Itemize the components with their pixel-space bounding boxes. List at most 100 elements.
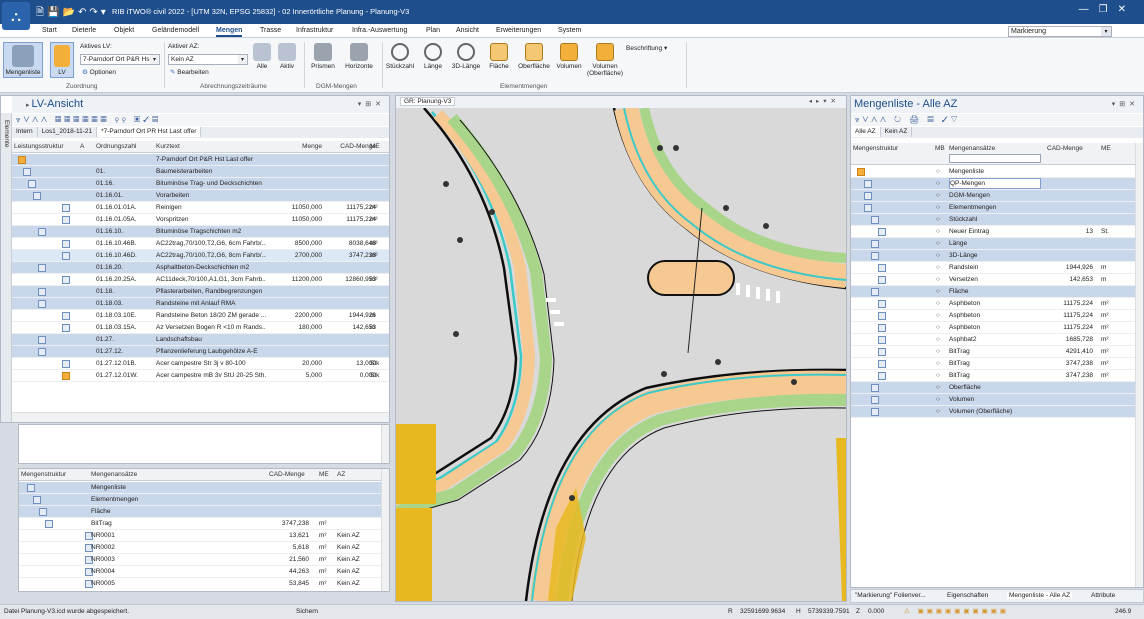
laenge-button[interactable]: Länge bbox=[420, 43, 446, 70]
mengen-row[interactable]: ○ Länge bbox=[851, 238, 1143, 250]
lv-row[interactable]: 01.27.12. Pflanzenlieferung Laubgehölze A… bbox=[12, 346, 389, 358]
laenge3d-button[interactable]: 3D-Länge bbox=[450, 43, 482, 70]
horizonte-button[interactable]: Horizonte bbox=[342, 43, 376, 70]
window-controls[interactable]: —❐✕ bbox=[1079, 4, 1136, 15]
bottom-tab-1[interactable]: Eigenschaften bbox=[947, 592, 988, 599]
lv-row[interactable]: 01.16. Bituminöse Trag- und Deckschichten bbox=[12, 178, 389, 190]
volumen-button[interactable]: Volumen bbox=[554, 43, 584, 70]
mengen-row[interactable]: ○ QP-Mengen bbox=[851, 178, 1143, 190]
lv-subtab-0[interactable]: Intern bbox=[12, 127, 38, 137]
mengen-row[interactable]: ○ Randstein 1944,926 m bbox=[851, 262, 1143, 274]
mengen-row[interactable]: ○ BitTrag 3747,238 m² bbox=[851, 370, 1143, 382]
lower-row[interactable]: NR0004 44,263 m² Kein AZ bbox=[19, 566, 389, 578]
lv-row[interactable]: 01.16.01. Vorarbeiten bbox=[12, 190, 389, 202]
lv-row[interactable]: 01.16.01.05A. Vorspritzen 11050,000 11175,2… bbox=[12, 214, 389, 226]
mengen-row[interactable]: ○ Volumen (Oberfläche) bbox=[851, 406, 1143, 418]
lower-row[interactable]: NR0002 5,618 m² Kein AZ bbox=[19, 542, 389, 554]
lv-row[interactable]: 01.18.03. Randsteine mit Anlauf RMA bbox=[12, 298, 389, 310]
bearbeiten-button[interactable]: ✎ Bearbeiten bbox=[170, 68, 209, 76]
mengen-row[interactable]: ○ Fläche bbox=[851, 286, 1143, 298]
lv-row[interactable]: 01.16.10.46D. AC22trag,70/100,T2,G6, 8cm … bbox=[12, 250, 389, 262]
mengen-row[interactable]: ○ Volumen bbox=[851, 394, 1143, 406]
mengen-row[interactable]: ○ 3D-Länge bbox=[851, 250, 1143, 262]
ribbon-tab-objekt[interactable]: Objekt bbox=[114, 27, 134, 34]
lv-subtab-2[interactable]: *7-Parndorf Ort PR Hst Last offer bbox=[97, 127, 202, 137]
lv-row[interactable]: 01.16.01.01A. Reinigen 11050,000 11175,224 m… bbox=[12, 202, 389, 214]
flaeche-button[interactable]: Fläche bbox=[486, 43, 512, 70]
app-logo-icon[interactable]: ⛬ bbox=[2, 2, 30, 30]
markierung-combobox[interactable]: Markierung ▾ bbox=[1008, 26, 1112, 37]
mengen-row[interactable]: ○ BitTrag 3747,238 m² bbox=[851, 358, 1143, 370]
mengen-row[interactable]: ○ Asphbeton 11175,224 m² bbox=[851, 298, 1143, 310]
mengenliste-button[interactable]: Mengenliste bbox=[3, 42, 43, 78]
mengen-row[interactable]: ○ Asphbat2 1685,728 m² bbox=[851, 334, 1143, 346]
ribbon-tab-dieterle[interactable]: Dieterle bbox=[72, 27, 96, 34]
elemente-side-tab[interactable]: Elemente bbox=[3, 120, 10, 147]
mengen-row[interactable]: ○ Elementmengen bbox=[851, 202, 1143, 214]
alle-button[interactable]: Alle bbox=[252, 43, 272, 70]
stueckzahl-button[interactable]: Stückzahl bbox=[385, 43, 415, 70]
ribbon-tab-plan[interactable]: Plan bbox=[426, 27, 440, 34]
aktiv-button[interactable]: Aktiv bbox=[276, 43, 298, 70]
prismen-button[interactable]: Prismen bbox=[308, 43, 338, 70]
mengen-row[interactable]: ○ Mengenliste bbox=[851, 166, 1143, 178]
mengen-row[interactable]: ○ Neuer Eintrag 13 St. bbox=[851, 226, 1143, 238]
mengenliste-toolbar[interactable]: ⩔⋁⋀⋀ ↻ 🖨 ▤ ✓▽ bbox=[851, 114, 1143, 126]
bottom-tab-3[interactable]: Attribute bbox=[1091, 592, 1115, 599]
lv-row[interactable]: 01.16.10. Bituminöse Tragschichten m2 bbox=[12, 226, 389, 238]
lower-row[interactable]: Fläche bbox=[19, 506, 389, 518]
mengen-row[interactable]: ○ BitTrag 4291,410 m² bbox=[851, 346, 1143, 358]
lv-row[interactable]: 01.16.10.46B. AC22trag,70/100,T2,G6, 6cm … bbox=[12, 238, 389, 250]
lv-row[interactable]: 01.27.12.01W. Acer campestre mB 3v StU 20… bbox=[12, 370, 389, 382]
ribbon-tab-mengen[interactable]: Mengen bbox=[216, 27, 243, 37]
lv-row[interactable]: 01.16.20. Asphaltbeton-Deckschichten m2 bbox=[12, 262, 389, 274]
quick-access-toolbar[interactable]: 🗎💾📂↶↷▾ bbox=[36, 5, 109, 22]
lv-hscrollbar[interactable] bbox=[12, 412, 389, 422]
mengenansaetze-filter[interactable] bbox=[949, 154, 1041, 163]
lower-row[interactable]: NR0003 21,560 m² Kein AZ bbox=[19, 554, 389, 566]
ribbon-tab-start[interactable]: Start bbox=[42, 27, 57, 34]
ribbon-tab-infrastruktur[interactable]: Infrastruktur bbox=[296, 27, 333, 34]
mengen-row[interactable]: ○ Asphbeton 11175,224 m² bbox=[851, 310, 1143, 322]
ribbon-tab-system[interactable]: System bbox=[558, 27, 581, 34]
lv-button[interactable]: LV bbox=[50, 42, 74, 78]
aktives-lv-select[interactable]: 7-Parndorf Ort P&R Hs ▾ bbox=[80, 54, 160, 65]
lower-row[interactable]: BitTrag 3747,238 m² bbox=[19, 518, 389, 530]
optionen-button[interactable]: ⚙ Optionen bbox=[82, 68, 116, 76]
lv-row[interactable]: 01.27.12.01B. Acer campestre Str 3j v 80-… bbox=[12, 358, 389, 370]
status-tool-icons[interactable]: ⚠ ▣▣▣▣▣▣▣▣▣▣ bbox=[904, 605, 1009, 619]
mengen-row[interactable]: ○ DGM-Mengen bbox=[851, 190, 1143, 202]
volumen-oberflaeche-button[interactable]: Volumen (Oberfläche) bbox=[586, 43, 624, 77]
map-canvas[interactable] bbox=[396, 108, 846, 601]
lower-row[interactable]: Elementmengen bbox=[19, 494, 389, 506]
lv-row[interactable]: 01.27. Landschaftsbau bbox=[12, 334, 389, 346]
oberflaeche-button[interactable]: Oberfläche bbox=[516, 43, 552, 70]
ribbon-tab-erweiterungen[interactable]: Erweiterungen bbox=[496, 27, 541, 34]
aktiver-az-select[interactable]: Kein AZ ▾ bbox=[168, 54, 248, 65]
lv-row[interactable]: 01.16.20.25A. AC11deck,70/100,A1,G1, 3cm … bbox=[12, 274, 389, 286]
lower-row[interactable]: NR0001 13,621 m² Kein AZ bbox=[19, 530, 389, 542]
mengen-row[interactable]: ○ Oberfläche bbox=[851, 382, 1143, 394]
ribbon-tab-gel-ndemodell[interactable]: Geländemodell bbox=[152, 27, 199, 34]
az-subtab-0[interactable]: Alle AZ bbox=[851, 127, 881, 137]
ribbon-tab-trasse[interactable]: Trasse bbox=[260, 27, 281, 34]
map-tab[interactable]: GR: Planung-V3 ◂▸▾✕ bbox=[396, 96, 846, 108]
lv-row[interactable]: 01.18.03.15A. Az Versetzen Bogen R <10 m … bbox=[12, 322, 389, 334]
lv-row[interactable]: 01. Baumeisterarbeiten bbox=[12, 166, 389, 178]
lower-row[interactable]: NR0005 53,845 m² Kein AZ bbox=[19, 578, 389, 589]
mengen-row[interactable]: ○ Asphbeton 11175,224 m² bbox=[851, 322, 1143, 334]
lv-toolbar[interactable]: ⩔⋁⋀⋀ ▦▦▦▦▦▦ ⚲⚲ ▣✓▤ bbox=[12, 114, 389, 126]
bottom-tab-0[interactable]: "Markierung" Folienver... bbox=[855, 592, 926, 599]
mengen-row[interactable]: ○ Versetzen 142,653 m bbox=[851, 274, 1143, 286]
lv-row[interactable]: 01.18. Pflasterarbeiten, Randbegrenzungen bbox=[12, 286, 389, 298]
lv-row[interactable]: 01.18.03.10E. Randsteine Beton 18/20 ZM g… bbox=[12, 310, 389, 322]
az-subtab-1[interactable]: Kein AZ bbox=[881, 127, 913, 137]
ribbon-tab-infra-auswertung[interactable]: Infra.-Auswertung bbox=[352, 27, 407, 34]
lower-row[interactable]: Mengenliste bbox=[19, 482, 389, 494]
beschriftung-dropdown[interactable]: Beschriftung ▾ bbox=[626, 44, 667, 52]
ribbon-tab-ansicht[interactable]: Ansicht bbox=[456, 27, 479, 34]
lv-subtab-1[interactable]: Los1_2018-11-21 bbox=[38, 127, 98, 137]
lv-row[interactable]: 7-Parndorf Ort P&R Hst Last offer bbox=[12, 154, 389, 166]
mengen-row[interactable]: ○ Stückzahl bbox=[851, 214, 1143, 226]
bottom-tab-2[interactable]: Mengenliste - Alle AZ bbox=[1007, 592, 1073, 599]
